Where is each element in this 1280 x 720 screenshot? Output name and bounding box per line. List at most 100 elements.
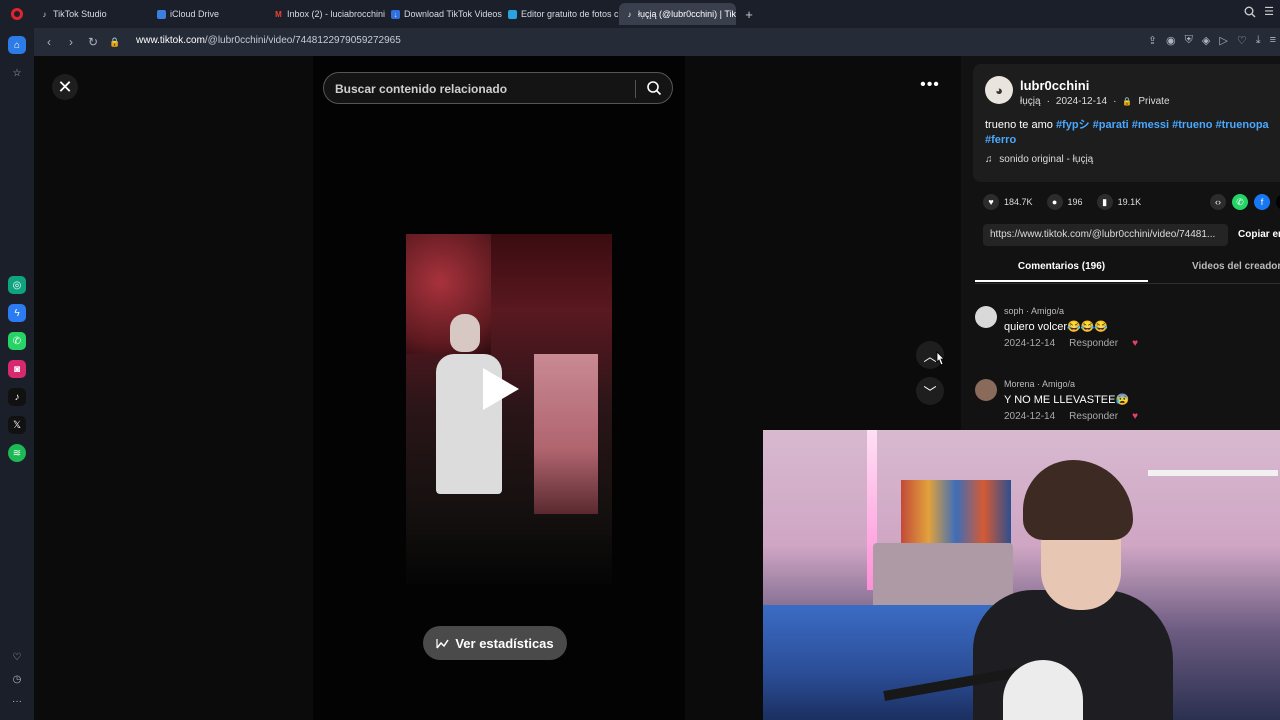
whatsapp-icon[interactable]: ✆ [8,332,26,350]
close-button[interactable]: ✕ [52,74,78,100]
url-domain: www.tiktok.com [136,35,205,46]
forward-icon[interactable]: › [60,35,82,49]
tab-icloud-drive[interactable]: iCloud Drive [151,3,268,25]
comment-footer: 2024-12-14 Responder ♥ [1004,411,1138,422]
avatar[interactable] [975,306,997,328]
author-relation: Amigo/a [1042,379,1076,389]
sound-info[interactable]: ♫ sonido original - łụçįą [985,154,1093,165]
tab-tiktok-video[interactable]: ♪ łụçįą (@lubr0cchini) | TikT [619,3,736,25]
view-stats-button[interactable]: Ver estadísticas [423,626,567,660]
tab-comments[interactable]: Comentarios (196) [975,261,1148,282]
comment-count: 196 [1067,197,1083,207]
tab-gmail-inbox[interactable]: M Inbox (2) - luciabrocchini4 [268,3,385,25]
video-link-field[interactable]: https://www.tiktok.com/@lubr0cchini/vide… [983,224,1228,246]
whatsapp-icon[interactable]: ✆ [1232,194,1248,210]
menu-icon[interactable]: ≡ [1270,34,1276,47]
tab-download-tiktok[interactable]: ↓ Download TikTok Videos [385,3,502,25]
opera-sidebar: ⌂ ☆ ◎ ϟ ✆ ◙ ♪ 𝕏 ≋ ♡ ◷ ··· [0,28,34,720]
tab-creator-videos[interactable]: Videos del creador [1192,261,1280,272]
comment-button[interactable]: ● 196 [1046,194,1083,210]
search-icon[interactable] [646,80,662,101]
webcam-overlay [763,430,1280,720]
more-options-icon[interactable]: ••• [915,76,945,98]
privacy-label: Private [1138,96,1170,107]
menu-icon[interactable]: ☰ [1264,5,1274,18]
tab-label: Editor gratuito de fotos c [521,9,619,19]
icloud-icon [157,9,166,19]
shield-icon[interactable]: ⛨ [1185,34,1193,47]
like-count: 184.7K [1004,197,1033,207]
instagram-icon[interactable]: ◙ [8,360,26,378]
comment-date: 2024-12-14 [1004,411,1056,422]
hashtags[interactable]: #fypシ #parati #messi #trueno #truenopa [1056,119,1269,131]
browser-tab-strip: ♪ TikTok Studio iCloud Drive M Inbox (2)… [0,0,1280,28]
post-date: 2024-12-14 [1055,96,1108,107]
action-bar: ♥ 184.7K ● 196 ▮ 19.1K ‹› ✆ f 𝕏 [983,192,1280,212]
comment-author[interactable]: Morena · Amigo/a [1004,379,1075,389]
tiktok-icon[interactable]: ♪ [8,388,26,406]
reply-button[interactable]: Responder [1069,411,1118,422]
back-icon[interactable]: ‹ [38,35,60,49]
save-button[interactable]: ▮ 19.1K [1096,194,1141,210]
gmail-icon: M [275,9,282,19]
heart-icon: ♥ [983,194,999,210]
post-info-card: ◕ lubr0cchini łụçįą · 2024-12-14 · 🔒 Pri… [973,64,1280,182]
comment-footer: 2024-12-14 Responder ♥ [1004,338,1138,349]
copy-link-button[interactable]: Copiar en [1238,229,1280,240]
messenger-icon[interactable]: ϟ [8,304,26,322]
new-tab-button[interactable]: + [740,5,758,23]
hashtags[interactable]: #ferro [985,134,1016,146]
mouse-cursor-icon [934,351,946,372]
comment-date: 2024-12-14 [1004,338,1056,349]
vpn-icon[interactable]: ◈ [1202,34,1210,47]
like-button[interactable]: ♥ 184.7K [983,194,1033,210]
view-stats-label: Ver estadísticas [455,635,554,651]
next-video-chevron-down-icon[interactable]: ﹀ [916,377,944,405]
download-icon[interactable]: ⤓ [1256,34,1261,47]
x-icon[interactable]: 𝕏 [1276,194,1280,210]
comments-tabs: Comentarios (196) Videos del creador [975,254,1280,284]
stage-screen [534,354,598,514]
home-icon[interactable]: ⌂ [8,36,26,54]
url-field[interactable]: www.tiktok.com/@lubr0cchini/video/744812… [136,35,401,46]
tiktok-icon: ♪ [627,9,632,19]
avatar[interactable] [975,379,997,401]
reload-icon[interactable]: ↻ [82,35,104,49]
chart-icon [436,638,449,648]
facebook-icon[interactable]: f [1254,194,1270,210]
tab-label: Download TikTok Videos [404,9,502,19]
editor-icon [508,9,517,19]
comment-icon: ● [1046,194,1063,210]
comment-item: soph · Amigo/a quiero volcer😂😂😂 2024-12-… [975,306,1280,366]
tab-label: Inbox (2) - luciabrocchini4 [287,9,385,19]
spotify-icon[interactable]: ≋ [8,444,26,462]
tab-search-icon[interactable] [1244,6,1256,21]
star-icon[interactable]: ☆ [8,64,26,82]
play-icon[interactable] [483,368,519,410]
comment-author[interactable]: soph · Amigo/a [1004,306,1064,316]
embed-icon[interactable]: ‹› [1210,194,1226,210]
separator: · [1113,96,1117,107]
x-icon[interactable]: 𝕏 [8,416,26,434]
camera-icon[interactable]: ◉ [1166,34,1176,47]
share-icon[interactable]: ⇪ [1148,34,1157,47]
related-search-input[interactable]: Buscar contenido relacionado [323,72,673,104]
tab-photo-editor[interactable]: Editor gratuito de fotos c [502,3,619,25]
history-icon[interactable]: ◷ [8,670,26,688]
heart-icon[interactable]: ♡ [1237,34,1247,47]
avatar[interactable]: ◕ [985,76,1013,104]
opera-logo-icon[interactable] [0,0,34,28]
more-icon[interactable]: ··· [8,692,26,710]
player-icon[interactable]: ▷ [1219,34,1227,47]
chatgpt-icon[interactable]: ◎ [8,276,26,294]
creator-liked-heart-icon: ♥ [1132,411,1139,422]
username[interactable]: lubr0cchini [1020,78,1089,93]
reply-button[interactable]: Responder [1069,338,1118,349]
display-name: łụçįą [1020,96,1041,107]
tab-tiktok-studio[interactable]: ♪ TikTok Studio [34,3,151,25]
address-toolbar: ⇪ ◉ ⛨ ◈ ▷ ♡ ⤓ ≡ [1148,34,1276,47]
heart-icon[interactable]: ♡ [8,648,26,666]
download-icon: ↓ [391,9,400,19]
lock-icon: 🔒 [109,36,121,47]
tab-label: TikTok Studio [53,9,107,19]
